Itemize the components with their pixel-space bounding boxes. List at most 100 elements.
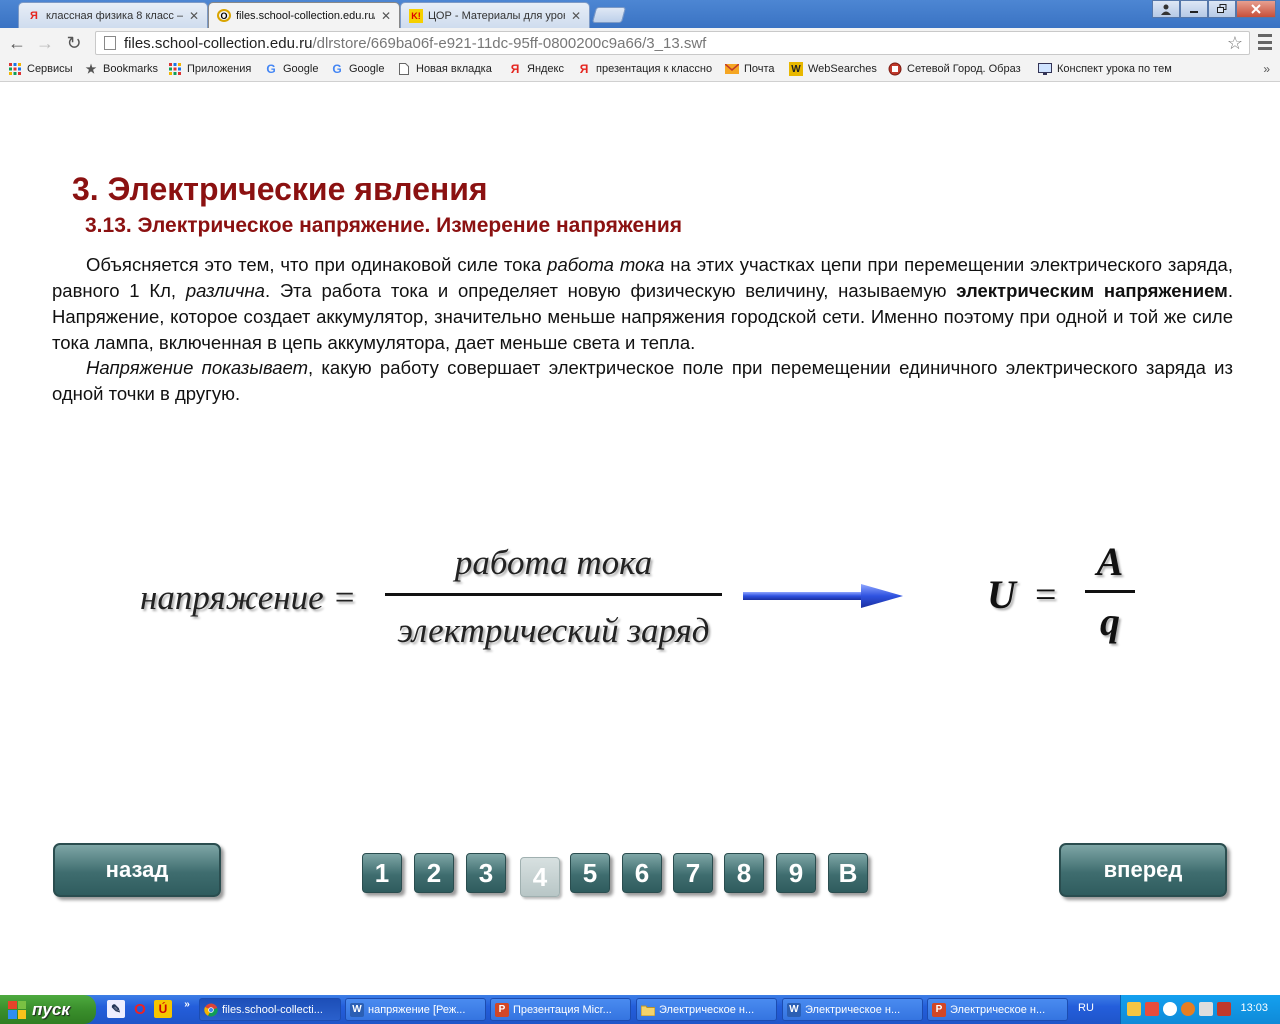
paragraph-1: Объясняется это тем, что при одинаковой … xyxy=(52,252,1233,356)
tray-network-icon[interactable] xyxy=(1163,1002,1177,1016)
right-arrow-icon xyxy=(743,584,903,608)
tray-app2-icon[interactable] xyxy=(1217,1002,1231,1016)
forward-arrow-icon[interactable]: → xyxy=(34,32,56,54)
page-button-8[interactable]: 8 xyxy=(724,853,764,893)
fraction-bar xyxy=(1085,590,1135,593)
close-icon[interactable]: ✕ xyxy=(381,9,391,23)
bookmark-new-tab[interactable]: Новая вкладка xyxy=(397,62,492,76)
browser-tab-strip: Я классная физика 8 класс – ✕ O files.sc… xyxy=(0,0,1280,28)
chrome-icon xyxy=(204,1003,218,1017)
clock: 13:03 xyxy=(1240,1002,1268,1014)
text-emphasis: работа тока xyxy=(547,254,665,275)
tray-update-icon[interactable] xyxy=(1181,1002,1195,1016)
task-label: Презентация Micr... xyxy=(513,1003,612,1016)
task-word-napryazhenie[interactable]: W напряжение [Реж... xyxy=(345,998,486,1021)
back-arrow-icon[interactable]: ← xyxy=(6,32,28,54)
bookmark-servisy[interactable]: Сервисы xyxy=(8,62,73,76)
word-icon: W xyxy=(350,1002,364,1017)
powerpoint-icon: P xyxy=(932,1002,946,1017)
school-icon xyxy=(888,62,902,76)
tab-label: files.school-collection.edu.ru/ xyxy=(236,9,375,22)
page-button-3[interactable]: 3 xyxy=(466,853,506,893)
text-span: . Эта работа тока и определяет новую физ… xyxy=(264,280,957,301)
close-icon[interactable]: ✕ xyxy=(189,9,199,23)
url-path: /dlrstore/669ba06f-e921-11dc-95ff-080020… xyxy=(312,34,707,52)
bookmark-pochta[interactable]: Почта xyxy=(725,62,775,76)
bookmark-prilozheniya[interactable]: Приложения xyxy=(168,62,251,76)
tab-school-collection[interactable]: O files.school-collection.edu.ru/ ✕ xyxy=(208,2,400,28)
windows-taskbar: пуск ✎ O Ú » files.school-collecti... W … xyxy=(0,995,1280,1024)
close-icon[interactable] xyxy=(1236,0,1276,18)
formula-symbol-q: q xyxy=(1100,599,1120,644)
page-button-2[interactable]: 2 xyxy=(414,853,454,893)
chevron-right-icon[interactable]: » xyxy=(178,995,196,1013)
bookmark-google-1[interactable]: G Google xyxy=(264,62,318,76)
page-button-1[interactable]: 1 xyxy=(362,853,402,893)
notepad-icon[interactable]: ✎ xyxy=(107,1000,125,1018)
tray-app-icon[interactable] xyxy=(1127,1002,1141,1016)
task-chrome[interactable]: files.school-collecti... xyxy=(199,998,341,1021)
mail-u-icon[interactable]: Ú xyxy=(154,1000,172,1018)
tab-tsor[interactable]: K! ЦОР - Материалы для урок ✕ xyxy=(400,2,590,28)
yandex-icon: Я xyxy=(510,62,520,76)
page-button-4-current[interactable]: 4 xyxy=(520,857,560,897)
yandex-icon: Я xyxy=(579,62,589,76)
paragraph-2: Напряжение показывает, какую работу сове… xyxy=(52,355,1233,407)
language-indicator[interactable]: RU xyxy=(1078,1002,1094,1014)
bookmark-prezentatsiya[interactable]: Я презентация к классно xyxy=(577,62,712,76)
tab-klassnaya-fizika[interactable]: Я классная физика 8 класс – ✕ xyxy=(18,2,208,28)
page-button-6[interactable]: 6 xyxy=(622,853,662,893)
browser-toolbar: ← → ↻ files.school-collection.edu.ru/dlr… xyxy=(0,28,1280,58)
start-button[interactable]: пуск xyxy=(0,995,96,1024)
apps-grid-icon xyxy=(8,62,22,76)
bookmark-label: Google xyxy=(349,63,385,75)
bookmark-label: Сетевой Город. Образ xyxy=(907,63,1021,75)
monitor-icon xyxy=(1038,62,1052,76)
minimize-icon[interactable] xyxy=(1180,0,1208,18)
bookmark-konspekt[interactable]: Конспект урока по тем xyxy=(1038,62,1172,76)
task-powerpoint-prezentatsiya[interactable]: P Презентация Micr... xyxy=(490,998,631,1021)
bookmark-yandex[interactable]: Я Яндекс xyxy=(508,62,564,76)
bookmark-star-icon[interactable]: ☆ xyxy=(1227,33,1243,54)
page-button-5[interactable]: 5 xyxy=(570,853,610,893)
google-icon: G xyxy=(332,62,342,76)
url-host: files.school-collection.edu.ru xyxy=(124,34,313,52)
bookmark-label: Новая вкладка xyxy=(416,63,492,75)
chevron-right-icon[interactable]: » xyxy=(1263,62,1270,76)
formula-symbol-u: U xyxy=(987,572,1016,617)
mail-icon xyxy=(725,62,739,76)
task-word-elektricheskoe[interactable]: W Электрическое н... xyxy=(782,998,923,1021)
fraction-bar xyxy=(385,593,722,596)
google-icon: G xyxy=(266,62,276,76)
text-span: Объясняется это тем, что при одинаковой … xyxy=(86,254,548,275)
bookmark-setevoy-gorod[interactable]: Сетевой Город. Образ xyxy=(888,62,1021,76)
reload-icon[interactable]: ↻ xyxy=(63,32,85,54)
page-button-v[interactable]: В xyxy=(828,853,868,893)
back-button[interactable]: назад xyxy=(53,843,221,897)
page-button-7[interactable]: 7 xyxy=(673,853,713,893)
opera-icon[interactable]: O xyxy=(131,1000,149,1018)
user-icon[interactable] xyxy=(1152,0,1180,18)
task-powerpoint-elektricheskoe[interactable]: P Электрическое н... xyxy=(927,998,1068,1021)
task-folder-elektricheskoe[interactable]: Электрическое н... xyxy=(636,998,777,1021)
address-bar[interactable]: files.school-collection.edu.ru/dlrstore/… xyxy=(95,31,1250,55)
bookmark-label: Сервисы xyxy=(27,63,73,75)
page-icon xyxy=(397,62,411,76)
page-icon xyxy=(104,36,116,50)
powerpoint-icon: P xyxy=(495,1002,509,1017)
page-button-9[interactable]: 9 xyxy=(776,853,816,893)
bookmark-label: Bookmarks xyxy=(103,63,159,75)
start-label: пуск xyxy=(32,999,70,1019)
text-emphasis: Напряжение показывает xyxy=(86,357,308,378)
forward-button[interactable]: вперед xyxy=(1059,843,1227,897)
page-subtitle: 3.13. Электрическое напряжение. Измерени… xyxy=(85,214,682,237)
volume-icon[interactable] xyxy=(1199,1002,1213,1016)
new-tab-button[interactable] xyxy=(591,7,627,23)
menu-icon[interactable] xyxy=(1258,34,1272,50)
close-icon[interactable]: ✕ xyxy=(571,9,581,23)
bookmark-bookmarks[interactable]: ★ Bookmarks xyxy=(84,62,158,76)
bookmark-websearches[interactable]: W WebSearches xyxy=(789,62,877,76)
restore-icon[interactable] xyxy=(1208,0,1236,18)
tray-antivirus-icon[interactable] xyxy=(1145,1002,1159,1016)
bookmark-google-2[interactable]: G Google xyxy=(330,62,384,76)
